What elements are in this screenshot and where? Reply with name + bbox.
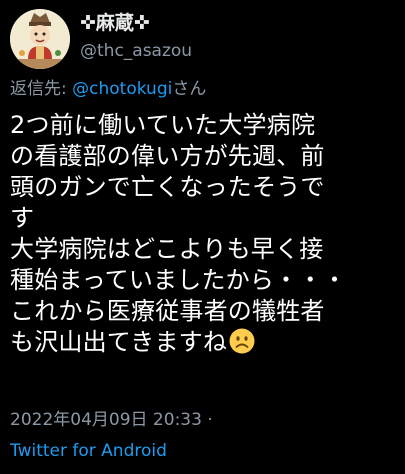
tweet-line: 2つ前に働いていた大学病院 xyxy=(10,111,316,139)
tweet-line: 頭のガンで亡くなったそうで xyxy=(10,173,325,201)
tweet-line: これから医療従事者の犠牲者 xyxy=(10,297,325,325)
reply-to-line: 返信先: @chotokugiさん xyxy=(10,78,206,100)
display-name[interactable]: ✜麻蔵✜ xyxy=(80,11,150,35)
avatar[interactable] xyxy=(10,9,70,69)
tweet-line: の看護部の偉い方が先週、前 xyxy=(10,142,325,170)
tweet-source-link[interactable]: Twitter for Android xyxy=(10,440,167,462)
reply-mention-link[interactable]: @chotokugi xyxy=(72,79,172,99)
slightly-frowning-face-icon xyxy=(229,328,255,354)
reply-suffix: さん xyxy=(172,79,207,99)
tweet-timestamp[interactable]: 2022年04月09日 20:33 · xyxy=(10,409,213,431)
cartoon-character-avatar-icon xyxy=(10,9,70,69)
tweet-line: 種始まっていましたから・・・ xyxy=(10,266,347,294)
user-handle[interactable]: @thc_asazou xyxy=(80,40,192,62)
tweet-line: 大学病院はどこよりも早く接 xyxy=(10,235,324,263)
reply-prefix: 返信先: xyxy=(10,79,73,99)
tweet-text: 2つ前に働いていた大学病院 の看護部の偉い方が先週、前 頭のガンで亡くなったそう… xyxy=(10,110,402,358)
tweet-line-last: も沢山出てきますね xyxy=(10,327,402,358)
tweet-line: す xyxy=(10,204,35,232)
tweet-line-text: も沢山出てきますね xyxy=(10,328,228,356)
